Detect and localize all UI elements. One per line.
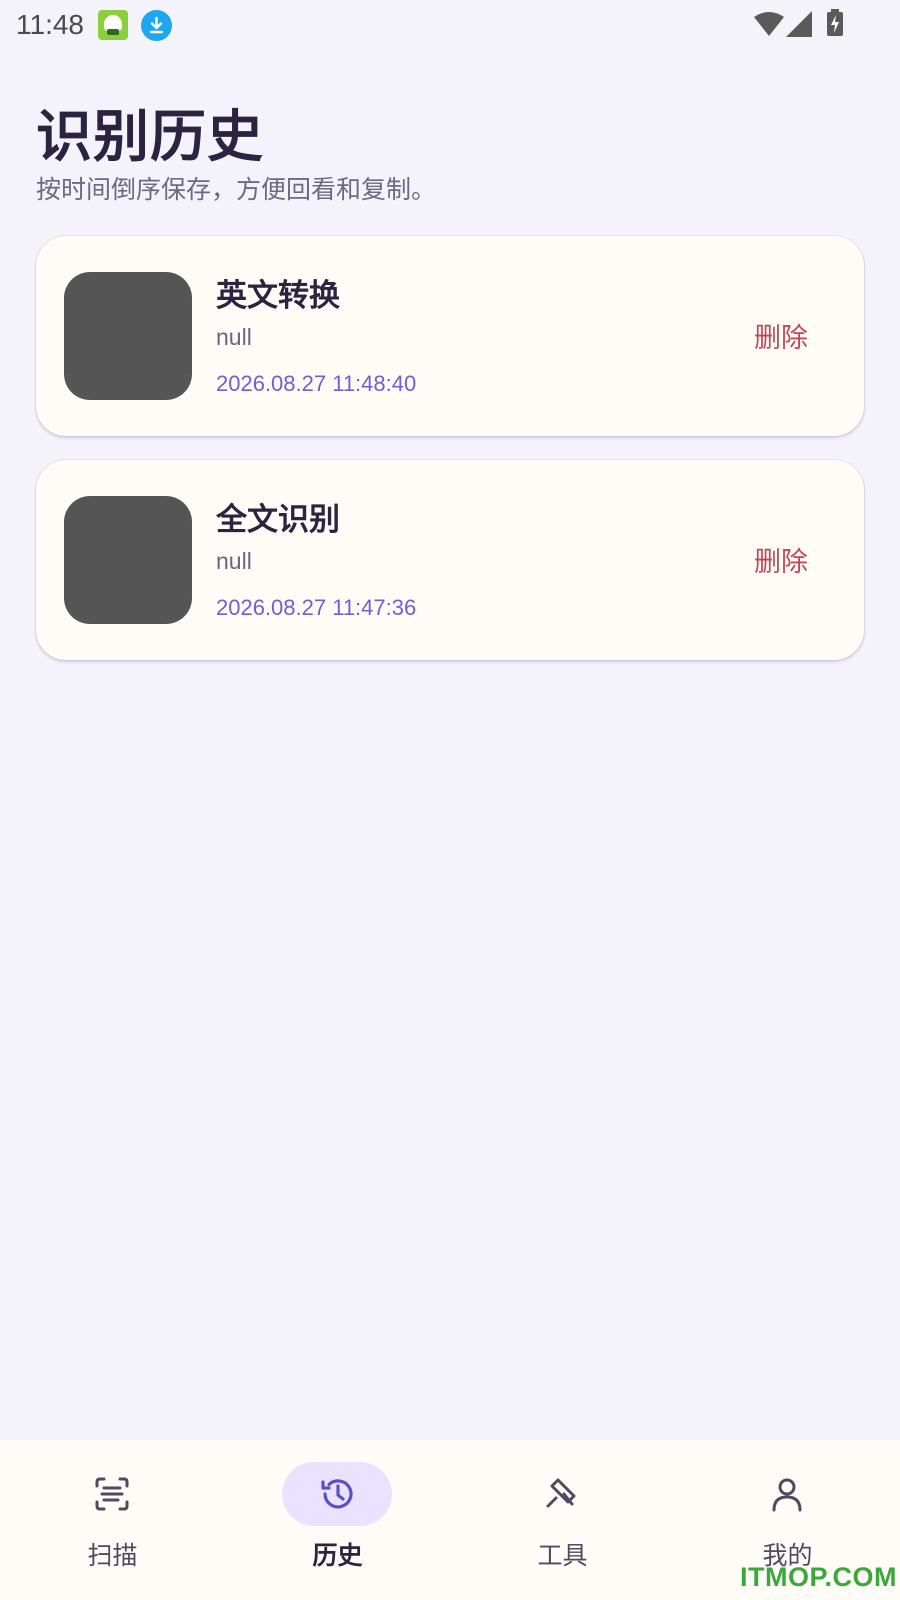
status-bar: 11:48 [0,0,900,50]
history-thumbnail [64,272,192,400]
delete-button[interactable]: 删除 [754,540,808,579]
nav-label: 工具 [537,1541,588,1570]
nav-item-history[interactable]: 历史 [225,1440,450,1600]
history-icon [321,1479,353,1509]
page-title: 识别历史 [36,105,264,170]
signal-icon [786,11,812,37]
history-text: null [216,548,252,574]
app-notification-icon [98,10,128,40]
download-icon [141,10,172,41]
history-time: 2026.08.27 11:47:36 [216,595,417,620]
scan-icon [95,1477,129,1511]
nav-label: 扫描 [87,1541,138,1570]
delete-button[interactable]: 删除 [754,316,808,355]
history-card[interactable]: 全文识别 null 2026.08.27 11:47:36 删除 [36,460,864,660]
history-text: null [216,324,252,350]
watermark: ITMOP.COM [740,1562,898,1592]
tool-icon [546,1478,576,1508]
wifi-icon [754,12,784,36]
history-thumbnail [64,496,192,624]
status-time: 11:48 [16,9,84,40]
person-icon [772,1478,802,1512]
page-subtitle: 按时间倒序保存，方便回看和复制。 [36,175,437,204]
history-time: 2026.08.27 11:48:40 [216,371,417,396]
nav-item-tools[interactable]: 工具 [450,1440,675,1600]
screen: 11:48 识别历史 按时间倒序保存，方便回看和复制。 英文转换 null 20… [0,0,900,1600]
history-title: 全文识别 [216,502,340,538]
nav-item-scan[interactable]: 扫描 [0,1440,225,1600]
battery-icon [827,9,843,36]
nav-label: 历史 [312,1541,363,1570]
history-title: 英文转换 [216,278,340,314]
history-card[interactable]: 英文转换 null 2026.08.27 11:48:40 删除 [36,236,864,436]
